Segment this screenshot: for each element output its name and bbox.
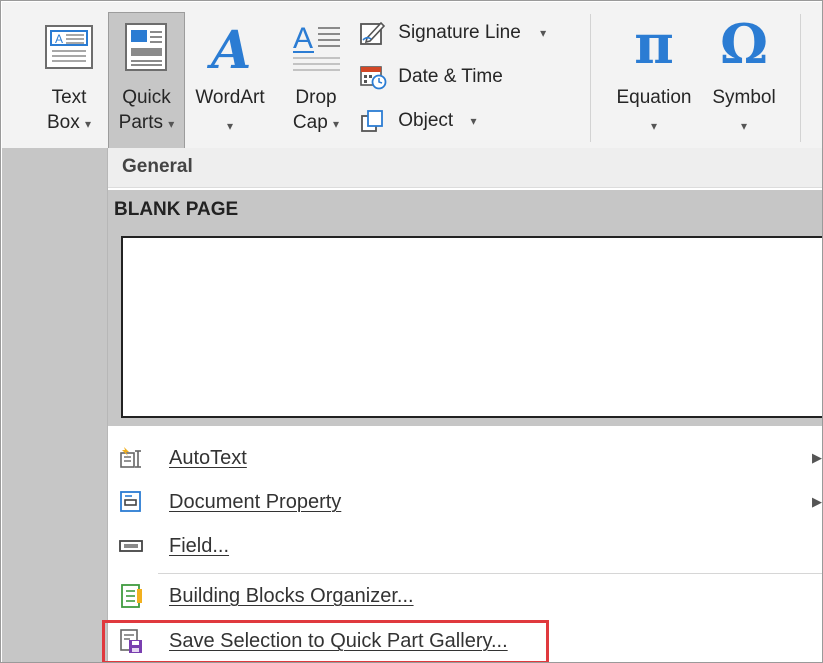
drop-cap-button[interactable]: A Drop Cap ▾ (284, 14, 348, 142)
gallery-item-title: BLANK PAGE (114, 199, 239, 220)
quick-parts-icon (125, 23, 167, 71)
drop-cap-caret: ▾ (333, 117, 340, 131)
document-property-label: Document Property (169, 491, 342, 513)
symbol-caret: ▾ (740, 119, 748, 133)
text-box-icon: A (45, 25, 93, 69)
gallery-section-title: General (122, 156, 193, 177)
drop-cap-label-1: Drop (295, 87, 337, 108)
date-time-label: Date & Time (398, 66, 503, 87)
building-blocks-organizer-label: Building Blocks Organizer... (169, 585, 414, 607)
signature-line-caret: ▾ (540, 26, 547, 40)
text-box-label-2: Box (46, 112, 80, 133)
blank-page-preview (121, 236, 822, 418)
calendar-clock-icon (360, 66, 387, 90)
menu-item-document-property[interactable]: Document Property ▶ (108, 481, 822, 525)
submenu-arrow-icon: ▶ (812, 494, 822, 509)
wordart-caret: ▾ (226, 119, 234, 133)
equation-label: Equation (616, 87, 692, 108)
ribbon-group-separator (590, 14, 591, 142)
quick-parts-caret: ▾ (168, 117, 175, 131)
insert-ribbon: A Text Box ▾ Quick Parts ▾ A WordArt ▾ A… (2, 2, 822, 150)
wordart-icon: A (206, 20, 251, 76)
ribbon-group-separator-2 (800, 14, 801, 142)
wordart-button[interactable]: A WordArt ▾ (185, 14, 275, 142)
signature-line-icon (360, 21, 386, 45)
document-area (2, 148, 107, 662)
drop-cap-icon: A (293, 22, 340, 71)
symbol-button[interactable]: Ω Symbol ▾ (705, 14, 783, 142)
object-caret: ▾ (470, 114, 477, 128)
text-box-label-1: Text (51, 87, 87, 108)
autotext-icon (120, 447, 141, 468)
svg-text:A: A (206, 20, 251, 76)
quick-parts-button[interactable]: Quick Parts ▾ (108, 14, 185, 142)
menu-separator (158, 573, 822, 574)
highlight-outline (102, 620, 549, 662)
date-time-button[interactable]: Date & Time (359, 64, 503, 90)
building-blocks-icon (121, 584, 142, 608)
quick-parts-label-1: Quick (122, 87, 171, 108)
symbol-label: Symbol (712, 87, 776, 108)
svg-text:A: A (55, 32, 63, 46)
document-property-icon (120, 491, 141, 512)
wordart-label: WordArt (195, 87, 265, 108)
menu-item-field[interactable]: Field... (108, 525, 822, 569)
autotext-label: AutoText (169, 447, 247, 469)
equation-button[interactable]: π Equation ▾ (602, 14, 706, 142)
object-label: Object (398, 110, 454, 131)
field-label: Field... (169, 535, 230, 557)
object-icon (361, 110, 383, 132)
text-box-button[interactable]: A Text Box ▾ (38, 14, 100, 142)
text-box-caret: ▾ (85, 117, 92, 131)
quick-parts-label-2: Parts (118, 112, 164, 133)
field-icon (119, 540, 143, 552)
drop-cap-label-2: Cap (292, 112, 328, 133)
omega-icon: Ω (719, 12, 769, 76)
menu-item-building-blocks-organizer[interactable]: Building Blocks Organizer... (108, 575, 822, 619)
quick-parts-dropdown: General BLANK PAGE AutoText ▶ Document P… (107, 148, 822, 662)
gallery-section-header: General (108, 148, 822, 188)
object-button[interactable]: Object ▾ (359, 108, 477, 134)
signature-line-label: Signature Line (398, 22, 521, 43)
menu-item-autotext[interactable]: AutoText ▶ (108, 437, 822, 481)
submenu-arrow-icon: ▶ (812, 450, 822, 465)
gallery-item-blank-page[interactable]: BLANK PAGE (108, 190, 822, 426)
pi-icon: π (634, 12, 674, 76)
window-frame: A Text Box ▾ Quick Parts ▾ A WordArt ▾ A… (0, 0, 823, 663)
svg-text:A: A (293, 22, 313, 55)
equation-caret: ▾ (650, 119, 658, 133)
signature-line-button[interactable]: Signature Line ▾ (359, 20, 546, 46)
